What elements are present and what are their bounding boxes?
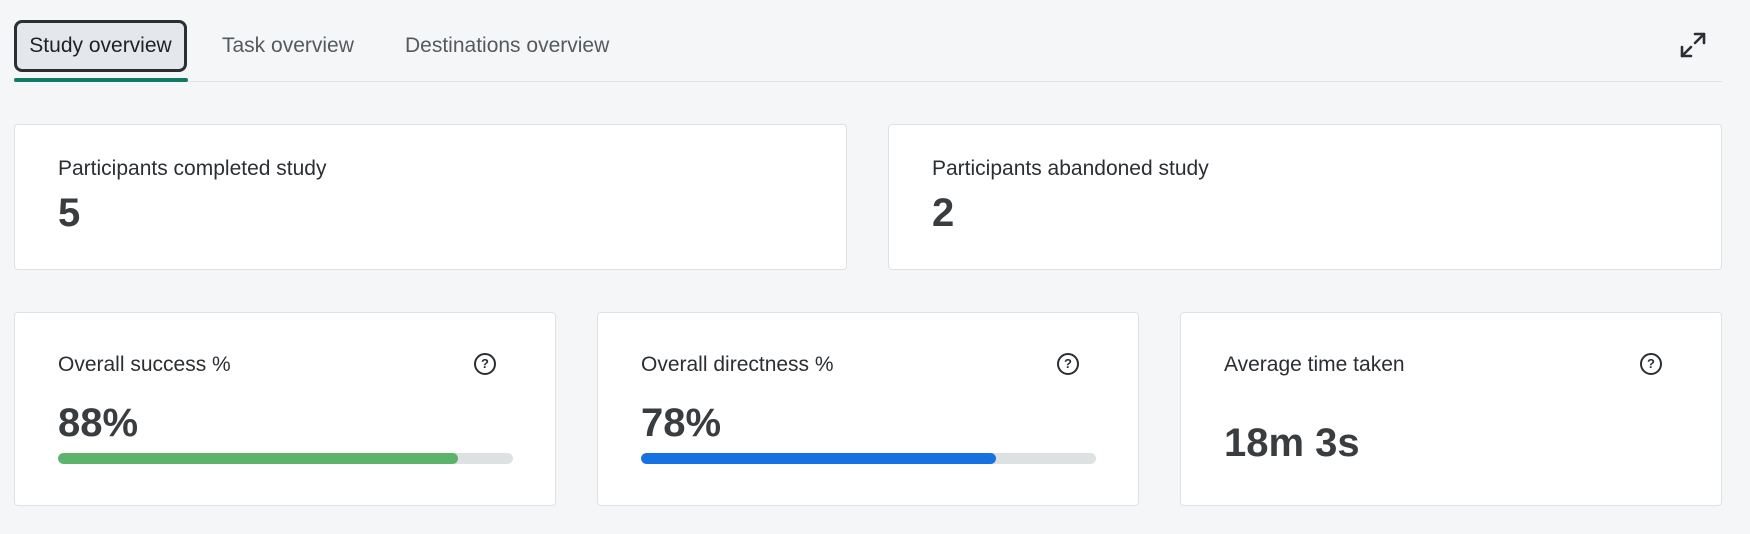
- help-icon[interactable]: ?: [1057, 353, 1079, 375]
- average-time-value: 18m 3s: [1224, 421, 1360, 465]
- overall-success-card: Overall success % ? 88%: [14, 312, 556, 506]
- overall-success-progress-track: [58, 453, 513, 464]
- participants-abandoned-card: Participants abandoned study 2: [888, 124, 1722, 270]
- participants-abandoned-value: 2: [932, 191, 955, 235]
- help-icon[interactable]: ?: [1640, 353, 1662, 375]
- tab-task-overview[interactable]: Task overview: [222, 20, 354, 72]
- participants-completed-value: 5: [58, 191, 81, 235]
- overall-directness-value: 78%: [641, 401, 722, 445]
- expand-icon[interactable]: [1678, 30, 1708, 60]
- tab-destinations-overview[interactable]: Destinations overview: [405, 20, 609, 72]
- average-time-label: Average time taken: [1224, 353, 1405, 376]
- overall-directness-progress-track: [641, 453, 1096, 464]
- overall-success-value: 88%: [58, 401, 139, 445]
- participants-abandoned-label: Participants abandoned study: [932, 157, 1209, 180]
- overall-directness-card: Overall directness % ? 78%: [597, 312, 1139, 506]
- tab-bar: Study overview Task overview Destination…: [14, 0, 1722, 82]
- overall-success-progress-fill: [58, 453, 459, 464]
- help-icon[interactable]: ?: [474, 353, 496, 375]
- participants-completed-label: Participants completed study: [58, 157, 327, 180]
- overall-directness-label: Overall directness %: [641, 353, 834, 376]
- overall-success-label: Overall success %: [58, 353, 231, 376]
- tab-study-overview[interactable]: Study overview: [14, 20, 187, 72]
- participants-completed-card: Participants completed study 5: [14, 124, 847, 270]
- overall-directness-progress-fill: [641, 453, 996, 464]
- average-time-card: Average time taken ? 18m 3s: [1180, 312, 1722, 506]
- active-tab-indicator: [14, 78, 188, 82]
